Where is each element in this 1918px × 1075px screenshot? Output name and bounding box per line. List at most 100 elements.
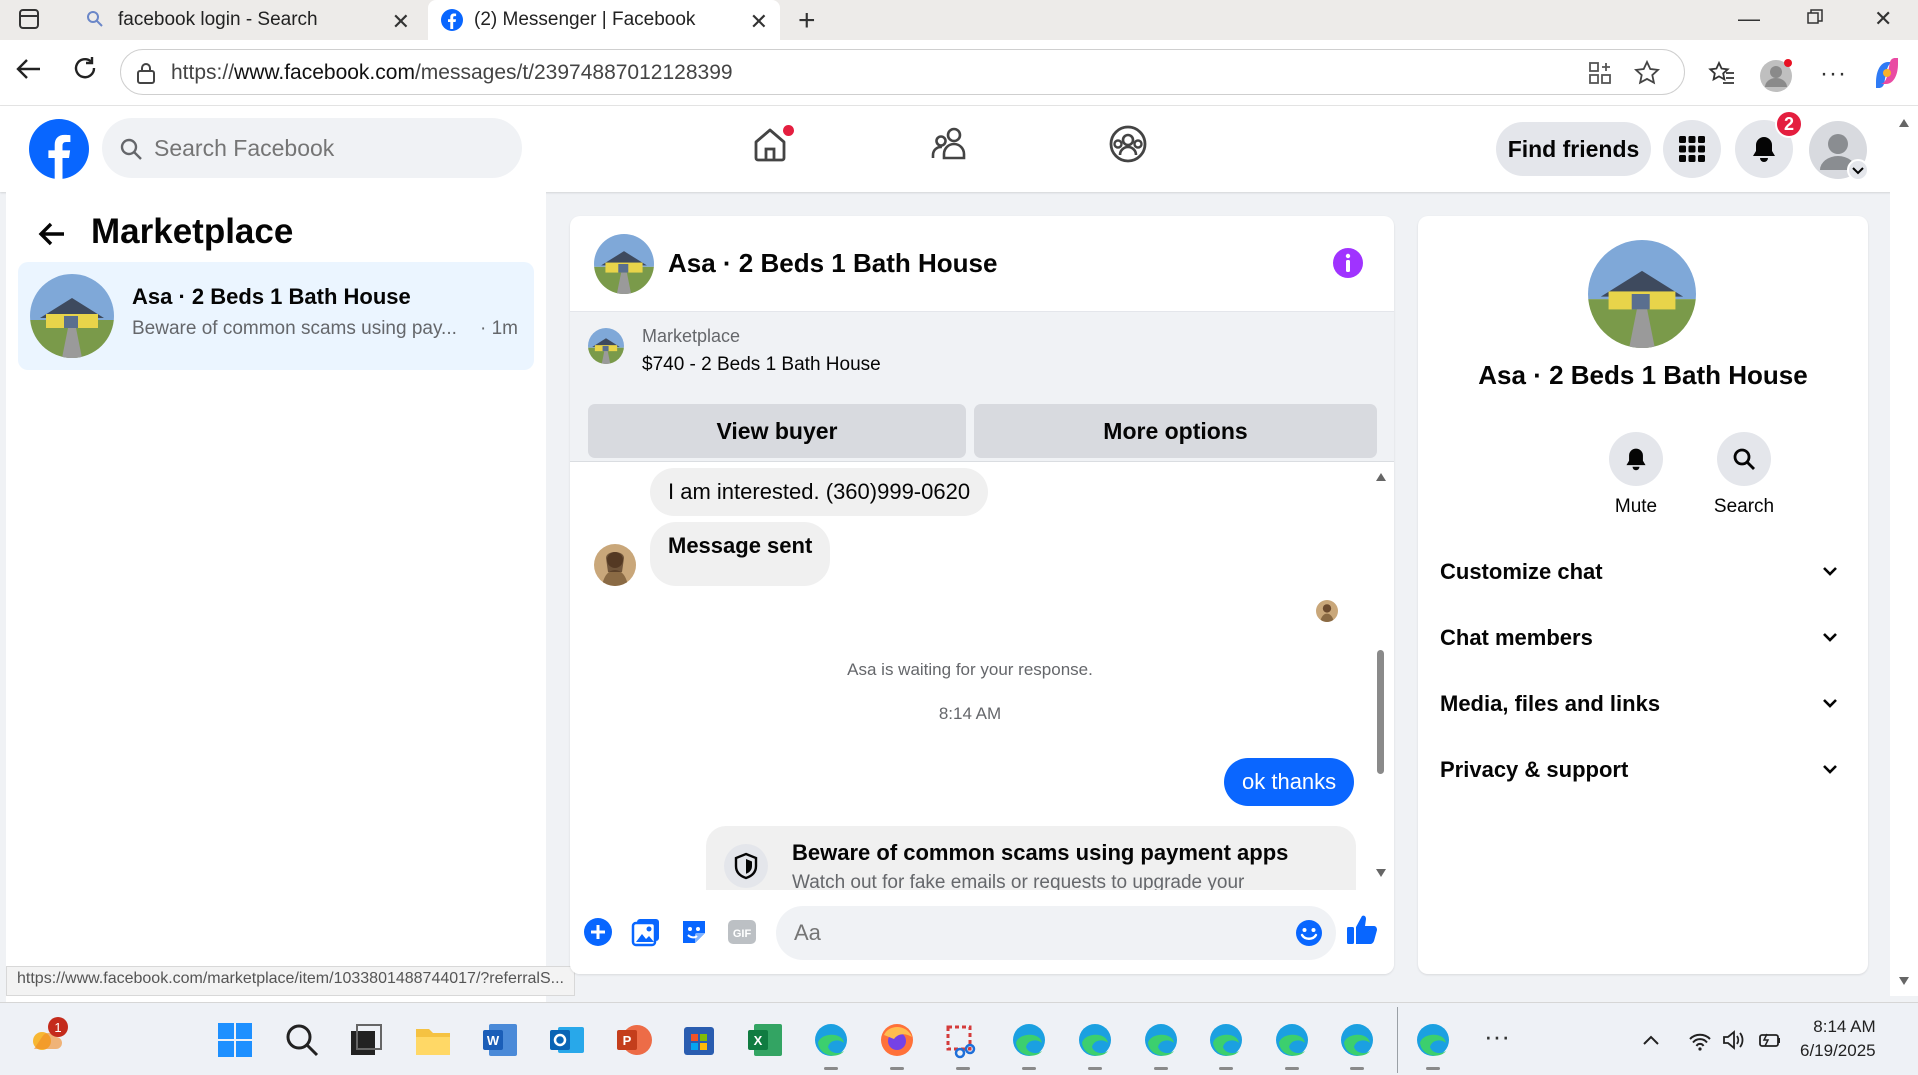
find-friends-button[interactable]: Find friends <box>1496 122 1651 176</box>
search-conversation-button[interactable]: Search <box>1694 432 1794 518</box>
chat-details-avatar[interactable] <box>1588 240 1696 348</box>
shield-icon <box>724 844 768 888</box>
mute-button[interactable]: Mute <box>1586 432 1686 518</box>
plus-circle-icon[interactable] <box>582 916 614 948</box>
restore-icon[interactable] <box>1806 8 1824 26</box>
listing-thumbnail[interactable] <box>588 328 624 364</box>
scroll-down-arrow-icon[interactable] <box>1898 976 1910 986</box>
conversation-item[interactable]: Asa · 2 Beds 1 Bath House Beware of comm… <box>18 262 534 370</box>
customize-chat-section[interactable]: Customize chat <box>1440 547 1850 597</box>
emoji-icon[interactable] <box>1294 918 1324 948</box>
thumbs-up-icon[interactable] <box>1344 912 1380 948</box>
chat-avatar[interactable] <box>594 234 654 294</box>
listing-price-title[interactable]: $740 - 2 Beds 1 Bath House <box>642 354 881 376</box>
conversation-preview: Beware of common scams using pay... <box>132 318 457 339</box>
chevron-down-icon <box>1820 627 1840 647</box>
task-view-icon[interactable] <box>347 1021 385 1059</box>
back-arrow-icon[interactable] <box>36 218 68 250</box>
excel-icon[interactable]: X <box>746 1021 784 1059</box>
sticker-icon[interactable] <box>678 916 710 948</box>
more-options-button[interactable]: More options <box>974 404 1377 458</box>
browser-profile-icon[interactable] <box>1758 58 1794 94</box>
chat-members-section[interactable]: Chat members <box>1440 613 1850 663</box>
facebook-logo-icon[interactable] <box>28 118 90 180</box>
firefox-icon[interactable] <box>878 1021 916 1059</box>
file-explorer-icon[interactable] <box>414 1021 452 1059</box>
running-indicator <box>1022 1067 1036 1070</box>
scroll-thumb[interactable] <box>1377 650 1384 774</box>
copilot-icon[interactable] <box>1870 56 1904 90</box>
edge-icon[interactable] <box>1010 1021 1048 1059</box>
edge-icon[interactable] <box>812 1021 850 1059</box>
facebook-search-input[interactable] <box>154 130 504 166</box>
groups-icon[interactable] <box>1108 124 1148 164</box>
mute-label: Mute <box>1614 496 1658 517</box>
message-thread[interactable]: I am interested. (360)999-0620 Message s… <box>570 462 1394 890</box>
close-window-icon[interactable]: ✕ <box>1874 6 1892 32</box>
close-tab-icon[interactable]: ✕ <box>392 9 410 35</box>
account-avatar[interactable] <box>1808 120 1869 181</box>
app-available-icon[interactable] <box>1588 61 1612 85</box>
edge-icon[interactable] <box>1142 1021 1180 1059</box>
powerpoint-icon[interactable]: P <box>615 1021 653 1059</box>
address-bar[interactable]: https://www.facebook.com/messages/t/2397… <box>120 49 1685 95</box>
scroll-down-arrow-icon[interactable] <box>1375 868 1387 878</box>
scroll-up-arrow-icon[interactable] <box>1375 472 1387 482</box>
listing-category: Marketplace <box>642 326 741 346</box>
favorites-icon[interactable] <box>1708 60 1736 88</box>
running-indicator <box>824 1067 838 1070</box>
conversation-name: Asa · 2 Beds 1 Bath House <box>132 284 411 309</box>
scroll-up-arrow-icon[interactable] <box>1898 118 1910 128</box>
menu-grid-icon[interactable] <box>1663 120 1721 178</box>
new-tab-icon[interactable]: + <box>798 4 816 38</box>
microsoft-store-icon[interactable] <box>680 1021 718 1059</box>
edge-icon[interactable] <box>1273 1021 1311 1059</box>
tab-actions-icon[interactable] <box>18 8 40 30</box>
outlook-icon[interactable] <box>548 1021 586 1059</box>
windows-taskbar: 1 W P X ··· 8:14 AM 6/19/2025 <box>0 1002 1918 1075</box>
chat-header: Asa · 2 Beds 1 Bath House <box>570 216 1394 312</box>
view-buyer-button[interactable]: View buyer <box>588 404 966 458</box>
edge-icon[interactable] <box>1076 1021 1114 1059</box>
word-icon[interactable]: W <box>481 1021 519 1059</box>
media-files-links-section[interactable]: Media, files and links <box>1440 679 1850 729</box>
message-scrollbar[interactable] <box>1372 464 1388 888</box>
read-receipt-avatar <box>1316 600 1338 622</box>
friends-icon[interactable] <box>930 124 970 164</box>
section-label: Customize chat <box>1440 559 1603 584</box>
back-arrow-icon[interactable] <box>14 54 44 84</box>
message-input[interactable] <box>794 916 1264 950</box>
sender-avatar[interactable] <box>594 544 636 586</box>
edge-icon[interactable] <box>1207 1021 1245 1059</box>
more-apps-icon[interactable]: ··· <box>1484 1021 1510 1052</box>
windows-start-icon[interactable] <box>216 1021 254 1059</box>
tab-title: facebook login - Search <box>118 9 318 30</box>
search-icon <box>118 136 144 162</box>
close-tab-icon[interactable]: ✕ <box>750 9 768 35</box>
message-input-box[interactable] <box>776 906 1336 960</box>
photo-gallery-icon[interactable] <box>630 916 662 948</box>
tab-bing-search[interactable]: facebook login - Search ✕ <box>72 0 422 40</box>
reload-icon[interactable] <box>70 54 100 84</box>
favorite-star-icon[interactable] <box>1634 60 1660 86</box>
minimize-icon[interactable]: — <box>1738 6 1760 32</box>
tab-messenger[interactable]: (2) Messenger | Facebook ✕ <box>428 0 780 40</box>
edge-icon[interactable] <box>1338 1021 1376 1059</box>
snipping-tool-icon[interactable] <box>944 1021 982 1059</box>
privacy-support-section[interactable]: Privacy & support <box>1440 745 1850 795</box>
taskbar-clock[interactable]: 8:14 AM 6/19/2025 <box>1800 1015 1876 1063</box>
scam-warning-card[interactable]: Beware of common scams using payment app… <box>706 826 1356 890</box>
search-label: Search <box>1713 496 1775 517</box>
chat-title[interactable]: Asa · 2 Beds 1 Bath House <box>668 248 997 279</box>
svg-text:GIF: GIF <box>733 928 752 940</box>
conversation-list-panel: Marketplace Asa · 2 Beds 1 Bath House Be… <box>6 192 546 1002</box>
chevron-down-icon <box>1820 759 1840 779</box>
page-scrollbar[interactable] <box>1890 106 1918 996</box>
edge-icon[interactable] <box>1414 1021 1452 1059</box>
facebook-search-box[interactable] <box>102 118 522 178</box>
search-icon[interactable] <box>283 1021 321 1059</box>
more-options-icon[interactable]: ··· <box>1820 60 1847 88</box>
site-info-icon[interactable] <box>135 61 157 85</box>
gif-icon[interactable]: GIF <box>726 916 758 948</box>
info-icon[interactable] <box>1332 247 1364 279</box>
